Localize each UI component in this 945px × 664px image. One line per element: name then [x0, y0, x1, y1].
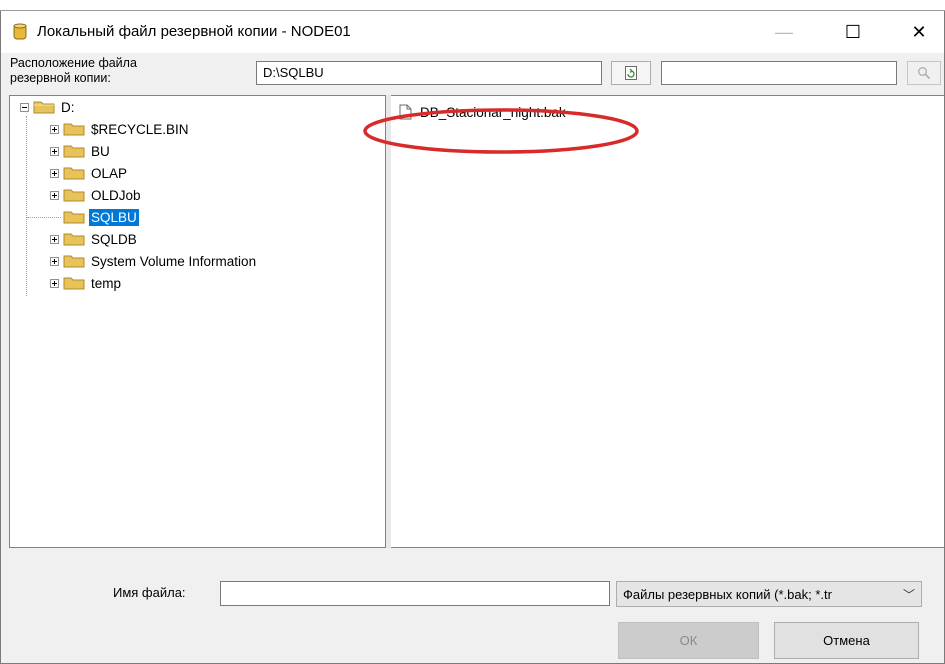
expand-icon[interactable]: [50, 190, 59, 200]
chevron-down-icon: ﹀: [902, 588, 915, 602]
filename-label: Имя файла:: [113, 585, 186, 600]
tree-item-olap[interactable]: OLAP: [50, 163, 129, 183]
background-strip: [0, 0, 945, 11]
location-label-line2: резервной копии:: [10, 71, 111, 85]
file-list[interactable]: DB_Stacionar_night.bak: [391, 95, 944, 548]
folder-icon: [63, 145, 85, 158]
tree-item-sqldb[interactable]: SQLDB: [50, 229, 139, 249]
expand-icon[interactable]: [50, 146, 59, 156]
tree-item-sqlbu[interactable]: SQLBU: [63, 207, 139, 227]
tree-item-label-selected: SQLBU: [89, 208, 139, 226]
folder-icon: [63, 277, 85, 290]
collapse-icon[interactable]: [20, 102, 29, 112]
tree-item-label: temp: [91, 275, 122, 291]
folder-icon: [33, 101, 55, 114]
tree-item-label: $RECYCLE.BIN: [91, 121, 189, 137]
expand-icon[interactable]: [50, 234, 59, 244]
expand-icon[interactable]: [50, 256, 59, 266]
ok-button[interactable]: ОК: [618, 622, 759, 659]
folder-icon: [63, 233, 85, 246]
folder-icon: [63, 167, 85, 180]
location-label: Расположение файла резервной копии:: [10, 56, 210, 86]
search-icon: [918, 67, 931, 80]
tree-item-oldjob[interactable]: OLDJob: [50, 185, 143, 205]
search-field[interactable]: [661, 61, 897, 85]
search-button[interactable]: [907, 61, 941, 85]
file-type-select[interactable]: Файлы резервных копий (*.bak; *.tr ﹀: [616, 581, 922, 607]
expand-icon[interactable]: [50, 124, 59, 134]
path-field[interactable]: D:\SQLBU: [256, 61, 602, 85]
filename-input[interactable]: [220, 581, 610, 606]
location-label-line1: Расположение файла: [10, 56, 137, 70]
cancel-button[interactable]: Отмена: [774, 622, 919, 659]
tree-item-label: OLAP: [91, 165, 128, 181]
tree-item-label: OLDJob: [91, 187, 141, 203]
maximize-button[interactable]: ☐: [830, 11, 876, 53]
tree-item-label: SQLDB: [91, 231, 137, 247]
tree-item-bu[interactable]: BU: [50, 141, 112, 161]
refresh-icon: [625, 66, 637, 80]
database-icon: [13, 23, 27, 40]
tree-item-temp[interactable]: temp: [50, 273, 123, 293]
folder-icon: [63, 211, 85, 224]
tree-root-label: D:: [61, 99, 75, 115]
folder-icon: [63, 123, 85, 136]
refresh-button[interactable]: [611, 61, 651, 85]
file-type-value: Файлы резервных копий (*.bak; *.tr: [623, 586, 832, 602]
folder-icon: [63, 189, 85, 202]
annotation-ellipse: [363, 108, 639, 154]
close-button[interactable]: ✕: [896, 11, 942, 53]
expand-icon[interactable]: [50, 168, 59, 178]
window-title: Локальный файл резервной копии - NODE01: [37, 23, 351, 40]
backup-file-dialog: Локальный файл резервной копии - NODE01 …: [0, 11, 945, 664]
tree-item-system-volume-information[interactable]: System Volume Information: [50, 251, 258, 271]
tree-item-label: System Volume Information: [91, 253, 257, 269]
tree-connector: [26, 116, 27, 296]
tree-item-label: BU: [91, 143, 110, 159]
tree-item-recycle-bin[interactable]: $RECYCLE.BIN: [50, 119, 191, 139]
folder-tree[interactable]: D: $RECYCLE.BIN BU OLAP OLDJob SQLBU SQL…: [9, 95, 386, 548]
minimize-button[interactable]: —: [761, 11, 807, 53]
tree-root-d[interactable]: D:: [20, 97, 77, 117]
tree-connector: [27, 217, 61, 218]
expand-icon[interactable]: [50, 278, 59, 288]
title-bar: Локальный файл резервной копии - NODE01 …: [1, 11, 944, 53]
folder-icon: [63, 255, 85, 268]
